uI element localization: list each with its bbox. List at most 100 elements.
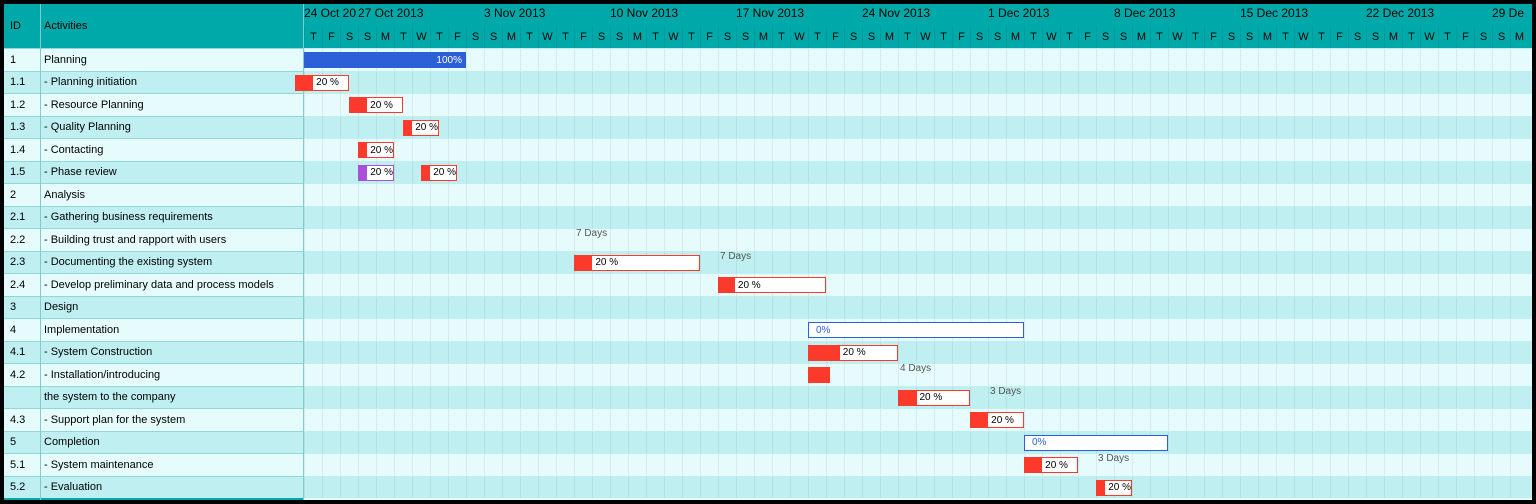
- task-id: 4: [4, 324, 40, 336]
- task-name: - Develop preliminary data and process m…: [40, 279, 274, 291]
- day-letter: T: [1312, 26, 1330, 48]
- bar-label: 20 %: [367, 145, 393, 156]
- bar-label: 20 %: [1042, 460, 1068, 471]
- bar-progress-fill: [719, 278, 735, 292]
- gantt-bar[interactable]: 20 %: [1024, 457, 1078, 473]
- week-label: 24 Oct 20: [304, 6, 356, 20]
- gantt-bar[interactable]: 20 %: [970, 412, 1024, 428]
- gantt-bar[interactable]: 100%: [304, 52, 466, 68]
- task-name: - Documenting the existing system: [40, 256, 212, 268]
- gantt-bar[interactable]: [808, 367, 830, 383]
- day-letter: T: [1276, 26, 1294, 48]
- gantt-chart[interactable]: ID Activities 1Planning1.1 - Planning in…: [4, 4, 1532, 500]
- bar-label: 20 %: [313, 77, 339, 88]
- task-row[interactable]: 3Design: [4, 296, 304, 319]
- timeline-row[interactable]: 100%: [304, 48, 1532, 71]
- task-name: - Building trust and rapport with users: [40, 234, 226, 246]
- day-letter: T: [1060, 26, 1078, 48]
- timeline-row[interactable]: 20 %: [304, 408, 1532, 431]
- task-row[interactable]: 2.1 - Gathering business requirements: [4, 206, 304, 229]
- day-letter: S: [862, 26, 880, 48]
- timeline-row[interactable]: 20 %: [304, 273, 1532, 296]
- task-name: - Gathering business requirements: [40, 211, 213, 223]
- timeline-row[interactable]: 20 %: [304, 93, 1532, 116]
- day-letter: W: [1168, 26, 1186, 48]
- timeline-row[interactable]: 0%: [304, 318, 1532, 341]
- timeline-row[interactable]: 20 %: [304, 71, 1532, 94]
- gantt-bar[interactable]: 20 %: [574, 255, 700, 271]
- task-row[interactable]: 1Planning: [4, 48, 304, 71]
- day-letter: W: [1042, 26, 1060, 48]
- gantt-bar[interactable]: 20 %: [898, 390, 970, 406]
- timeline-row[interactable]: 20 %: [304, 116, 1532, 139]
- task-row[interactable]: 2.4 - Develop preliminary data and proce…: [4, 273, 304, 296]
- task-row[interactable]: 4.2 - Installation/introducing: [4, 363, 304, 386]
- timeline-row[interactable]: [304, 183, 1532, 206]
- timeline-row[interactable]: 20 %3 Days: [304, 453, 1532, 476]
- bar-label: 0%: [1029, 437, 1046, 448]
- timeline-row[interactable]: [304, 206, 1532, 229]
- task-id: 2.1: [4, 211, 40, 223]
- day-letter: T: [772, 26, 790, 48]
- task-row[interactable]: 1.5 - Phase review: [4, 161, 304, 184]
- gantt-bar[interactable]: 20 %: [349, 97, 403, 113]
- day-letter: S: [1240, 26, 1258, 48]
- gantt-bar[interactable]: 20 %: [1096, 480, 1132, 496]
- gantt-bar[interactable]: 20 %: [808, 345, 898, 361]
- task-id: 4.2: [4, 369, 40, 381]
- duration-annotation: 4 Days: [900, 363, 931, 374]
- task-row[interactable]: 4.3 - Support plan for the system: [4, 408, 304, 431]
- task-row[interactable]: 1.4 - Contacting: [4, 138, 304, 161]
- task-name: - Phase review: [40, 166, 117, 178]
- gantt-bar[interactable]: 20 %: [358, 142, 394, 158]
- day-letter: T: [1186, 26, 1204, 48]
- timeline-row[interactable]: 0%: [304, 431, 1532, 454]
- task-row[interactable]: 5Completion: [4, 431, 304, 454]
- timeline-row[interactable]: 20 %7 Days: [304, 251, 1532, 274]
- task-name: Analysis: [40, 189, 85, 201]
- task-row[interactable]: 2.2 - Building trust and rapport with us…: [4, 228, 304, 251]
- timeline-row[interactable]: 20 %: [304, 476, 1532, 499]
- timeline-panel[interactable]: 24 Oct 2027 Oct 20133 Nov 201310 Nov 201…: [304, 4, 1532, 500]
- task-row[interactable]: 1.3 - Quality Planning: [4, 116, 304, 139]
- task-row[interactable]: 4Implementation: [4, 318, 304, 341]
- day-letter: W: [1420, 26, 1438, 48]
- task-row[interactable]: 1.1 - Planning initiation: [4, 71, 304, 94]
- gantt-bar[interactable]: 20 %: [295, 75, 349, 91]
- timeline-row[interactable]: 20 %: [304, 341, 1532, 364]
- task-id: 5.2: [4, 481, 40, 493]
- day-letter: W: [538, 26, 556, 48]
- timeline-row[interactable]: [304, 296, 1532, 319]
- gantt-bar[interactable]: 20 %: [403, 120, 439, 136]
- timeline-row[interactable]: 20 %3 Days: [304, 386, 1532, 409]
- day-letter: T: [934, 26, 952, 48]
- task-row[interactable]: 5.2 - Evaluation: [4, 476, 304, 499]
- header-id: ID: [4, 20, 40, 32]
- timeline-row[interactable]: 4 Days: [304, 363, 1532, 386]
- timeline-header: 24 Oct 2027 Oct 20133 Nov 201310 Nov 201…: [304, 4, 1532, 48]
- timeline-row[interactable]: 20 % 20 %: [304, 161, 1532, 184]
- task-row[interactable]: 5.1 - System maintenance: [4, 453, 304, 476]
- week-label: 24 Nov 2013: [862, 6, 930, 20]
- gantt-bar[interactable]: 20 %: [718, 277, 826, 293]
- task-id: 4.3: [4, 414, 40, 426]
- gantt-bar[interactable]: 0%: [1024, 435, 1168, 451]
- day-letter: F: [1204, 26, 1222, 48]
- gantt-bar[interactable]: 20 %: [358, 165, 394, 181]
- task-row[interactable]: 2.3 - Documenting the existing system: [4, 251, 304, 274]
- task-row[interactable]: 1.2 - Resource Planning: [4, 93, 304, 116]
- day-letter: M: [880, 26, 898, 48]
- day-letter: T: [1438, 26, 1456, 48]
- gantt-bar[interactable]: 0%: [808, 322, 1024, 338]
- task-row[interactable]: 2Analysis: [4, 183, 304, 206]
- task-row[interactable]: the system to the company: [4, 386, 304, 409]
- bar-progress-fill: [296, 76, 313, 90]
- task-row[interactable]: 4.1 - System Construction: [4, 341, 304, 364]
- task-name: - Evaluation: [40, 481, 102, 493]
- timeline-row[interactable]: 20 %: [304, 138, 1532, 161]
- day-letter: W: [664, 26, 682, 48]
- gantt-bar[interactable]: 20 %: [421, 165, 457, 181]
- timeline-row[interactable]: 7 Days: [304, 228, 1532, 251]
- bar-progress-fill: [899, 391, 917, 405]
- task-name: - Contacting: [40, 144, 103, 156]
